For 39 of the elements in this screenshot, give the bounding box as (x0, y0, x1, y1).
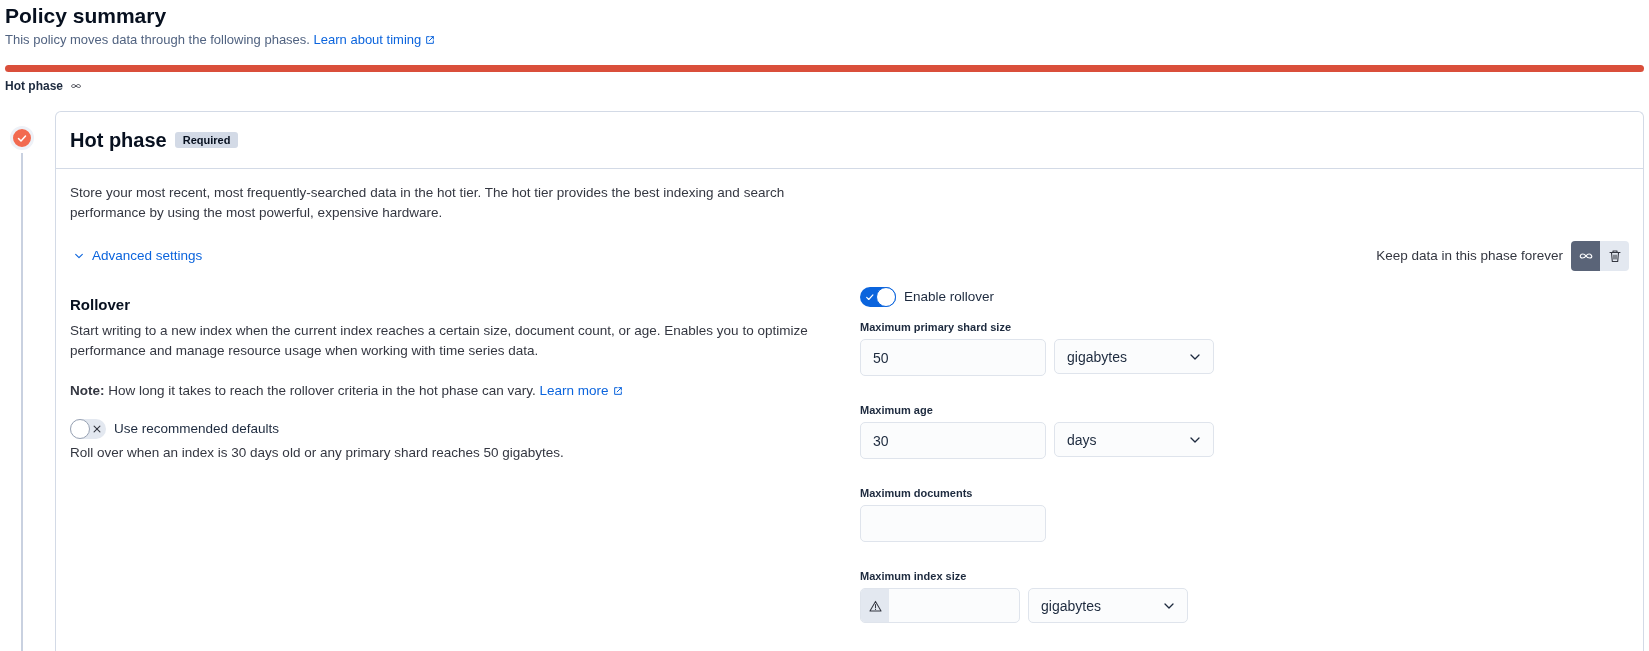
unit-select[interactable]: gigabytes (1054, 339, 1214, 374)
rollover-note: Note: How long it takes to reach the rollover criteria in the hot phase can vary. Learn more (70, 381, 860, 401)
field-label: Maximum primary shard size (860, 320, 1012, 335)
trash-icon (1607, 249, 1622, 263)
phase-description: Store your most recent, most frequently-searched data in the hot tier. The hot tier provides the best indexing and search performance by using the most powerful, expensive hardware. (70, 184, 786, 222)
field-label: Maximum documents (860, 486, 974, 501)
unit-select[interactable]: days (1054, 422, 1214, 457)
keep-data-label: Keep data in this phase forever (1376, 247, 1563, 265)
field-label: Maximum age (860, 403, 934, 418)
section-title: Rollover (70, 295, 131, 315)
delete-button[interactable] (1600, 241, 1629, 271)
phase-title: Hot phase (70, 128, 167, 152)
number-input[interactable] (860, 588, 1020, 623)
check-icon (865, 292, 875, 302)
toggle-label: Enable rollover (904, 288, 995, 306)
warning-icon (868, 599, 882, 612)
number-input[interactable] (860, 505, 1046, 542)
external-link-icon (612, 386, 623, 396)
rollover-description: Start writing to a new index when the current index reaches a certain size, document count, or age. Enables you to optimize performance and manage resource usage when working with time series data. (70, 322, 809, 360)
keep-forever-button[interactable] (1571, 241, 1600, 271)
number-input[interactable]: 30 (860, 422, 1046, 459)
field-label: Maximum index size (860, 569, 968, 584)
required-badge: Required (174, 132, 239, 148)
recommended-defaults-switch[interactable] (70, 419, 106, 439)
toggle-label: Use recommended defaults (114, 420, 280, 438)
cross-icon (92, 424, 102, 434)
summary-description: This policy moves data through the following phases. Learn about timing (5, 32, 1644, 47)
defaults-summary: Roll over when an index is 30 days old or any primary shard reaches 50 gigabytes. (70, 444, 565, 462)
timeline-phase-label: Hot phase (5, 79, 63, 93)
learn-about-timing-link[interactable]: Learn about timing (313, 32, 436, 47)
learn-more-link[interactable]: Learn more (539, 383, 623, 398)
advanced-settings-toggle[interactable]: Advanced settings (70, 246, 207, 266)
external-link-icon (425, 35, 436, 45)
page-title: Policy summary (5, 3, 168, 29)
check-icon (16, 132, 28, 144)
unit-select[interactable]: gigabytes (1028, 588, 1188, 623)
number-input[interactable]: 50 (860, 339, 1046, 376)
chevron-icon (74, 251, 84, 261)
enable-rollover-switch[interactable] (860, 287, 896, 307)
